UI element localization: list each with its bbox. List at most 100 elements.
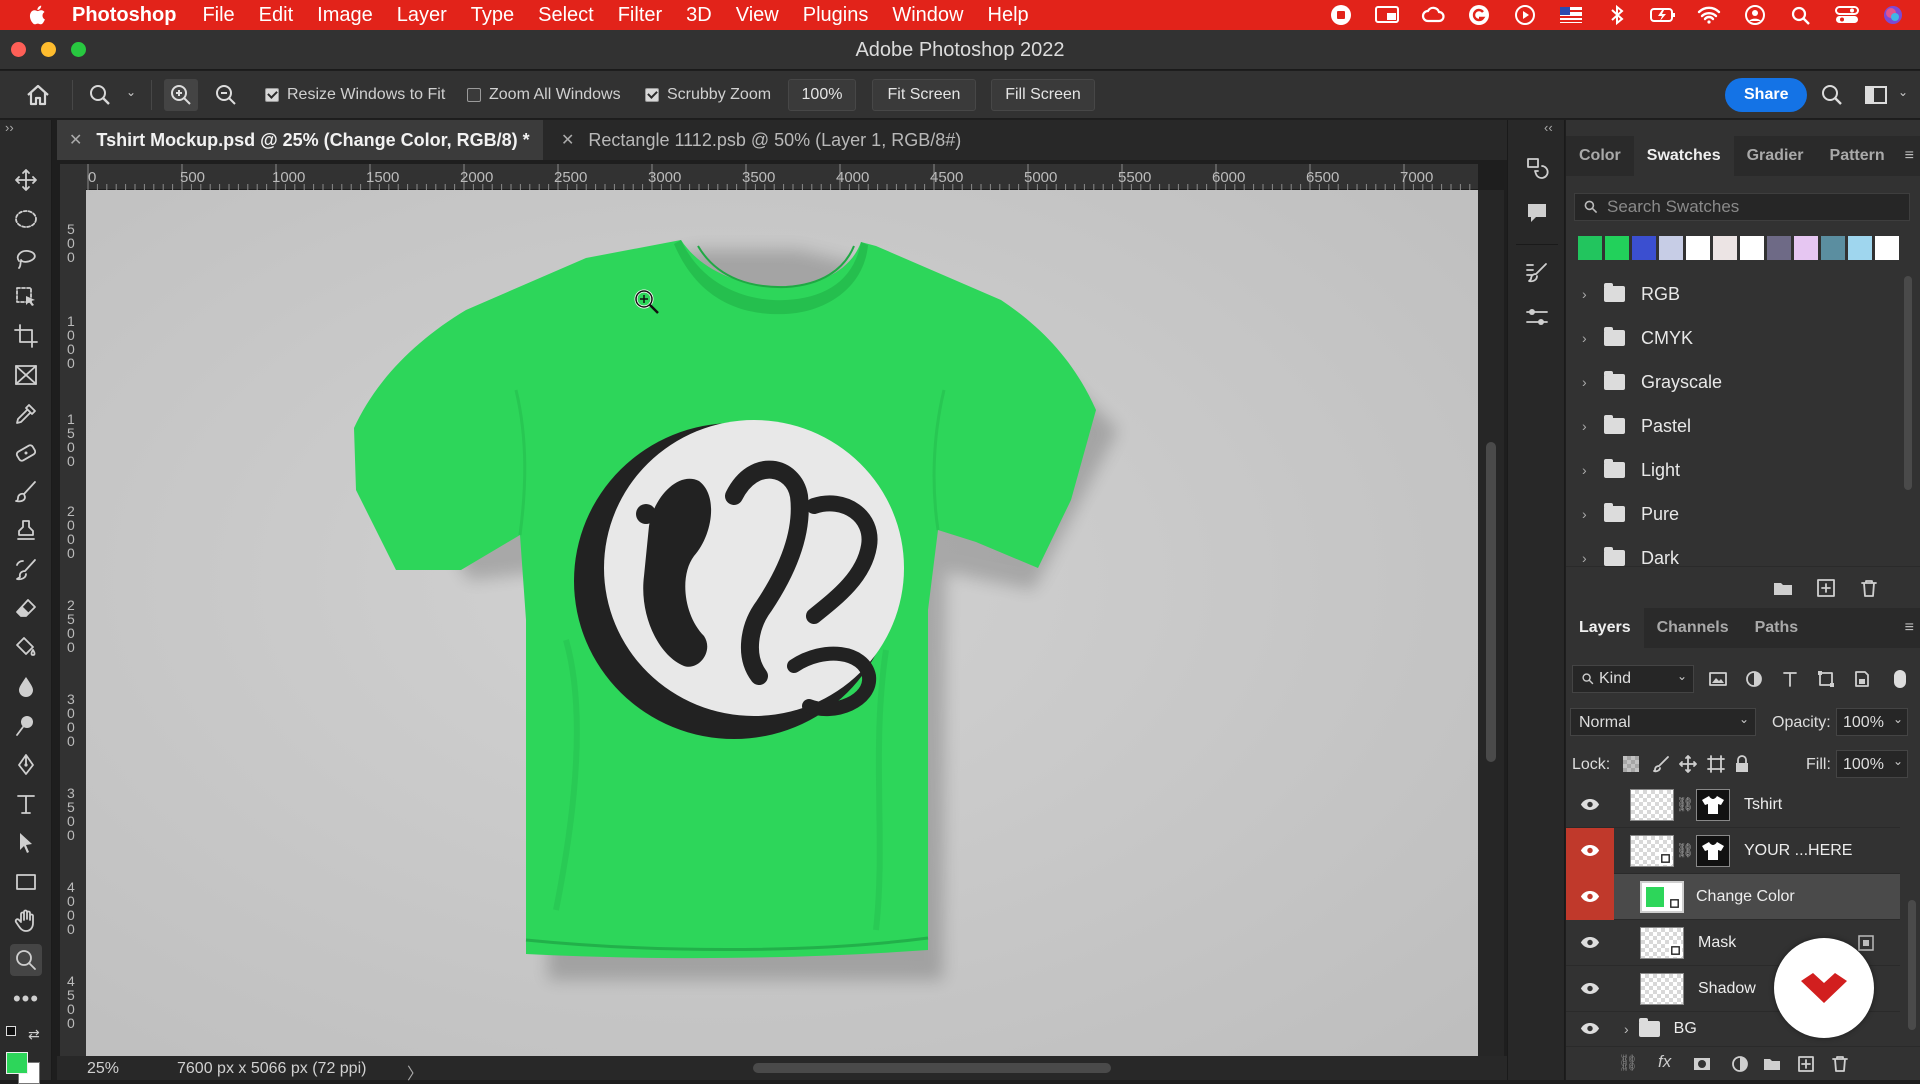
filter-toggle[interactable]	[1894, 670, 1906, 688]
new-layer-icon[interactable]	[1796, 1054, 1816, 1074]
pen-tool[interactable]	[10, 749, 42, 781]
swatch[interactable]	[1875, 236, 1899, 260]
add-mask-icon[interactable]	[1692, 1054, 1712, 1074]
swatch-group-light[interactable]: › Light	[1566, 448, 1896, 492]
battery-icon[interactable]	[1650, 4, 1676, 26]
home-icon[interactable]	[24, 81, 52, 109]
screen-share-icon[interactable]	[1374, 4, 1400, 26]
collapse-toolbar-icon[interactable]: ››	[5, 120, 14, 135]
zoom-percent-button[interactable]: 100%	[788, 79, 856, 111]
crop-tool[interactable]	[10, 320, 42, 352]
edit-toolbar-button[interactable]: •••	[10, 983, 42, 1015]
menu-edit[interactable]: Edit	[259, 4, 293, 27]
blur-tool[interactable]	[10, 671, 42, 703]
menu-type[interactable]: Type	[471, 4, 514, 27]
tab-swatches[interactable]: Swatches	[1633, 136, 1734, 176]
object-selection-tool[interactable]	[10, 281, 42, 313]
type-tool[interactable]	[10, 788, 42, 820]
scrubby-zoom-checkbox[interactable]: Scrubby Zoom	[645, 86, 771, 104]
doc-tab-rectangle[interactable]: ✕ Rectangle 1112.psb @ 50% (Layer 1, RGB…	[549, 120, 1069, 160]
filter-type-icon[interactable]	[1780, 669, 1800, 689]
fill-field[interactable]: 100% ⌄	[1836, 750, 1908, 778]
move-tool[interactable]	[10, 164, 42, 196]
trash-icon[interactable]	[1858, 577, 1880, 599]
menu-select[interactable]: Select	[538, 4, 594, 27]
swatch-group-pastel[interactable]: › Pastel	[1566, 404, 1896, 448]
swatch[interactable]	[1659, 236, 1683, 260]
fill-screen-button[interactable]: Fill Screen	[991, 79, 1095, 111]
tab-layers[interactable]: Layers	[1566, 608, 1644, 648]
flag-icon[interactable]	[1558, 4, 1584, 26]
horizontal-scroll-thumb[interactable]	[753, 1063, 1111, 1073]
workspace-chevron-icon[interactable]: ⌄	[1898, 85, 1908, 99]
menu-app-name[interactable]: Photoshop	[72, 4, 176, 27]
vertical-scroll-thumb[interactable]	[1486, 442, 1496, 762]
adjustment-layer-icon[interactable]	[1730, 1054, 1750, 1074]
grammarly-icon[interactable]	[1466, 4, 1492, 26]
swatch[interactable]	[1686, 236, 1710, 260]
record-icon[interactable]	[1328, 4, 1354, 26]
swatch-group-rgb[interactable]: › RGB	[1566, 272, 1896, 316]
resize-windows-checkbox[interactable]: Resize Windows to Fit	[265, 86, 445, 104]
tab-gradients[interactable]: Gradier	[1734, 136, 1817, 176]
visibility-toggle[interactable]	[1566, 966, 1614, 1012]
share-button[interactable]: Share	[1725, 78, 1808, 112]
menu-filter[interactable]: Filter	[618, 4, 662, 27]
swatch[interactable]	[1632, 236, 1656, 260]
layers-scrollbar[interactable]	[1908, 900, 1916, 1030]
vertical-scrollbar[interactable]	[1478, 190, 1504, 1056]
panel-menu-icon[interactable]: ≡	[1905, 147, 1914, 165]
zoom-out-button[interactable]	[209, 79, 243, 111]
menu-image[interactable]: Image	[317, 4, 373, 27]
tab-channels[interactable]: Channels	[1644, 608, 1742, 648]
swatch[interactable]	[1821, 236, 1845, 260]
dodge-tool[interactable]	[10, 710, 42, 742]
bluetooth-icon[interactable]	[1604, 4, 1630, 26]
menu-plugins[interactable]: Plugins	[803, 4, 869, 27]
swatch[interactable]	[1794, 236, 1818, 260]
foreground-color-swatch[interactable]	[6, 1052, 28, 1074]
lasso-tool[interactable]	[10, 242, 42, 274]
swatch-group-pure[interactable]: › Pure	[1566, 492, 1896, 536]
clone-stamp-tool[interactable]	[10, 515, 42, 547]
document-canvas[interactable]	[86, 190, 1478, 1056]
lock-artboard-icon[interactable]	[1706, 754, 1726, 774]
layer-filter-kind[interactable]: Kind ⌄	[1572, 665, 1694, 693]
default-colors-icon[interactable]	[6, 1026, 16, 1036]
brush-tool[interactable]	[10, 476, 42, 508]
siri-icon[interactable]	[1880, 4, 1906, 26]
zoom-tool-preset-icon[interactable]	[86, 81, 114, 109]
visibility-toggle[interactable]	[1566, 1012, 1614, 1041]
lock-pixels-icon[interactable]	[1652, 754, 1672, 774]
workspace-icon[interactable]	[1864, 83, 1888, 107]
zoom-in-button[interactable]	[164, 79, 198, 111]
apple-icon[interactable]	[26, 3, 50, 27]
search-icon[interactable]	[1820, 83, 1844, 107]
swatch[interactable]	[1713, 236, 1737, 260]
menu-help[interactable]: Help	[988, 4, 1029, 27]
panel-menu-icon[interactable]: ≡	[1905, 619, 1914, 637]
ruler-origin[interactable]	[60, 164, 86, 190]
status-expand-icon[interactable]: 〉	[407, 1060, 423, 1084]
tab-patterns[interactable]: Pattern	[1817, 136, 1898, 176]
play-icon[interactable]	[1512, 4, 1538, 26]
visibility-toggle[interactable]	[1566, 920, 1614, 966]
layer-mask-thumbnail[interactable]	[1696, 788, 1730, 821]
wifi-icon[interactable]	[1696, 4, 1722, 26]
marquee-tool[interactable]	[10, 203, 42, 235]
path-selection-tool[interactable]	[10, 827, 42, 859]
chevron-right-icon[interactable]: ›	[1624, 1021, 1629, 1037]
user-icon[interactable]	[1742, 4, 1768, 26]
filter-shape-icon[interactable]	[1816, 669, 1836, 689]
menu-3d[interactable]: 3D	[686, 4, 712, 27]
history-panel-icon[interactable]	[1524, 156, 1550, 182]
lock-position-icon[interactable]	[1678, 754, 1698, 774]
menu-file[interactable]: File	[202, 4, 234, 27]
swatch[interactable]	[1605, 236, 1629, 260]
opacity-field[interactable]: 100% ⌄	[1836, 708, 1908, 736]
swatches-search[interactable]: Search Swatches	[1574, 193, 1910, 221]
brush-settings-icon[interactable]	[1524, 260, 1550, 286]
adjustments-panel-icon[interactable]	[1524, 304, 1550, 330]
link-layers-icon[interactable]: ⛓	[1618, 1053, 1638, 1073]
blend-mode-select[interactable]: Normal ⌄	[1570, 708, 1756, 736]
